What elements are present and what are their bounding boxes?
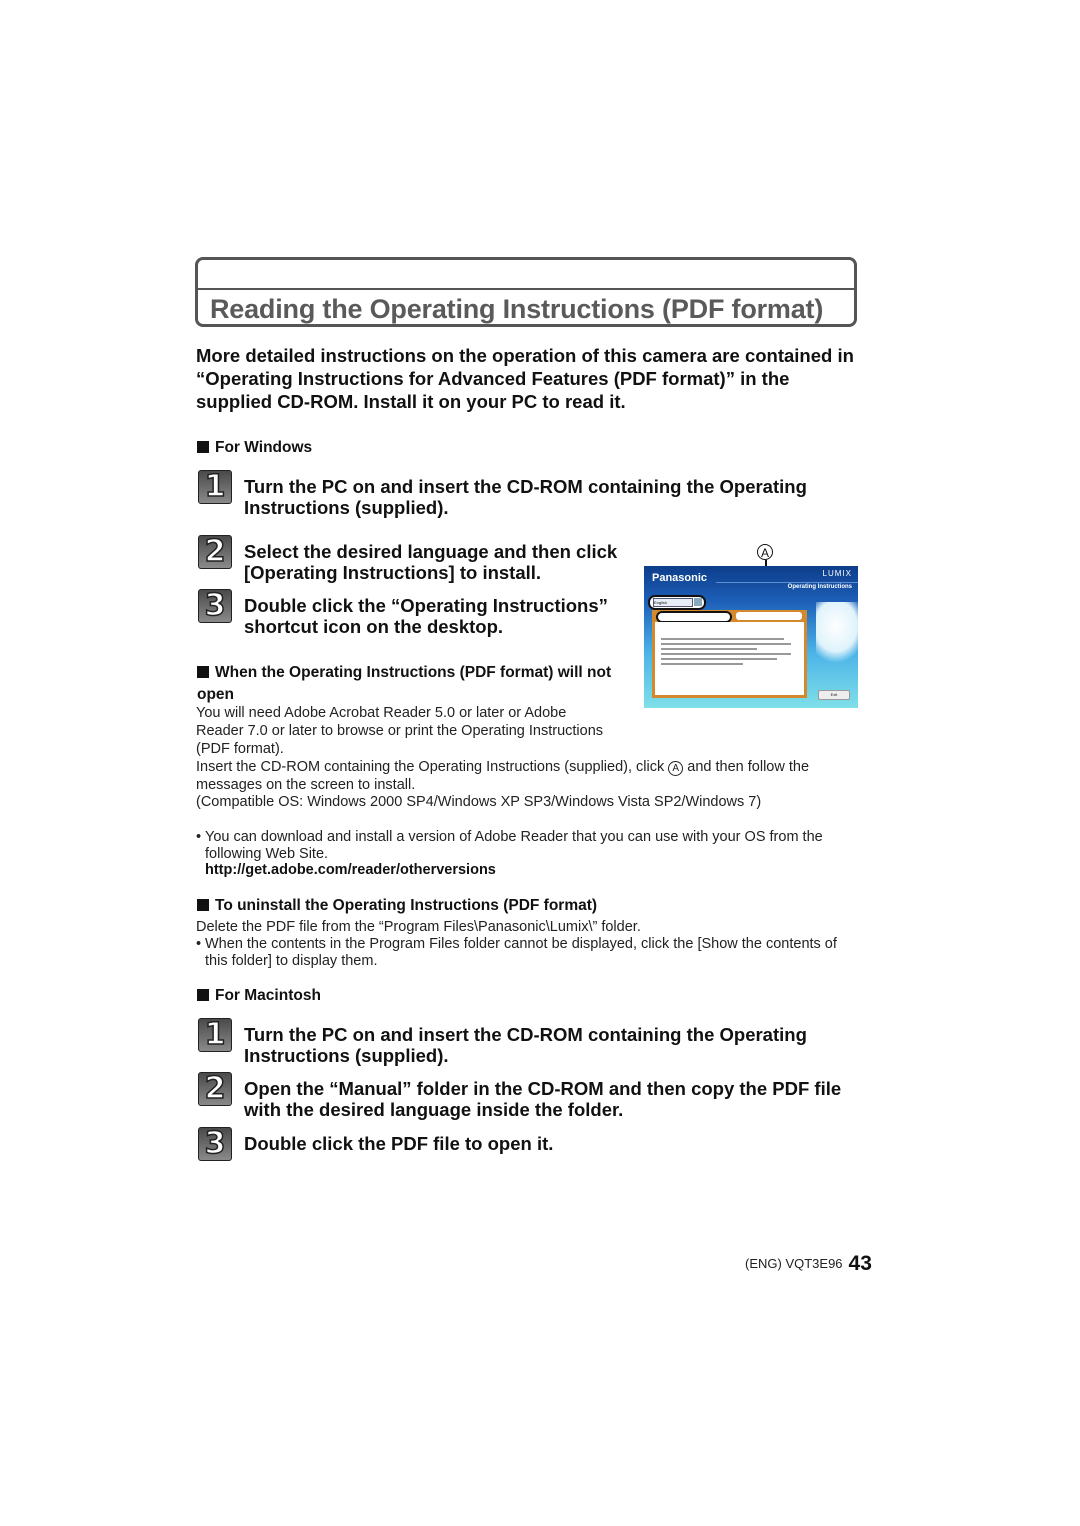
language-select[interactable]: English <box>648 595 706 610</box>
info-text-lines <box>661 638 798 668</box>
header-divider <box>716 582 858 583</box>
not-open-para-1: You will need Adobe Acrobat Reader 5.0 o… <box>196 705 604 757</box>
installer-header: Operating Instructions <box>787 584 852 590</box>
installer-screenshot: Panasonic LUMIX Operating Instructions E… <box>644 566 858 708</box>
mac-step-2: Open the “Manual” folder in the CD-ROM a… <box>244 1078 842 1120</box>
installer-info-area <box>655 622 804 695</box>
page-footer: (ENG) VQT3E96 43 <box>745 1252 872 1276</box>
book-illustration <box>816 602 858 662</box>
exit-button[interactable]: Exit <box>818 690 850 700</box>
windows-heading: For Windows <box>197 439 312 457</box>
step-2-icon: 2 <box>198 535 232 569</box>
uninstall-heading-label: To uninstall the Operating Instructions … <box>215 897 598 914</box>
bullet-text: You can download and install a version o… <box>205 829 823 862</box>
bullet-dot: • <box>196 829 202 845</box>
brand-logo: Panasonic <box>652 572 708 584</box>
bullet-dot: • <box>196 936 202 952</box>
step-2-icon: 2 <box>198 1072 232 1106</box>
step-number: 2 <box>204 534 226 569</box>
circle-a-icon: A <box>668 761 684 776</box>
square-bullet-icon <box>197 666 209 678</box>
uninstall-text: Delete the PDF file from the “Program Fi… <box>196 919 641 935</box>
adobe-download-note: • You can download and install a version… <box>196 829 861 863</box>
para-text: Insert the CD-ROM containing the Operati… <box>196 759 669 775</box>
step-number: 1 <box>204 1017 226 1052</box>
windows-step-1: Turn the PC on and insert the CD-ROM con… <box>244 476 807 518</box>
mac-step-1: Turn the PC on and insert the CD-ROM con… <box>244 1024 807 1066</box>
installer-panel <box>652 610 807 698</box>
compatible-os: (Compatible OS: Windows 2000 SP4/Windows… <box>196 794 762 810</box>
step-number: 3 <box>204 588 226 623</box>
mac-heading-label: For Macintosh <box>215 987 321 1004</box>
square-bullet-icon <box>197 441 209 453</box>
windows-step-3: Double click the “Operating Instructions… <box>244 595 608 637</box>
mac-step-3: Double click the PDF file to open it. <box>244 1133 554 1154</box>
step-1-icon: 1 <box>198 1018 232 1052</box>
uninstall-heading: To uninstall the Operating Instructions … <box>197 897 597 915</box>
not-open-heading: When the Operating Instructions (PDF for… <box>197 662 627 706</box>
windows-heading-label: For Windows <box>215 439 313 456</box>
uninstall-note: • When the contents in the Program Files… <box>196 936 861 970</box>
adobe-link[interactable]: http://get.adobe.com/reader/otherversion… <box>205 862 496 878</box>
step-1-icon: 1 <box>198 470 232 504</box>
title-divider <box>198 288 854 290</box>
step-number: 2 <box>204 1071 226 1106</box>
bullet-text: When the contents in the Program Files f… <box>205 936 837 969</box>
product-logo: LUMIX <box>822 569 852 578</box>
step-number: 3 <box>204 1126 226 1161</box>
not-open-para-2: Insert the CD-ROM containing the Operati… <box>196 758 866 794</box>
chevron-down-icon <box>694 598 702 606</box>
not-open-heading-label: When the Operating Instructions (PDF for… <box>197 664 612 703</box>
callout-a-marker: A <box>757 544 773 560</box>
page-number: 43 <box>848 1252 872 1275</box>
windows-step-2: Select the desired language and then cli… <box>244 541 618 583</box>
page-title: Reading the Operating Instructions (PDF … <box>210 294 824 324</box>
step-3-icon: 3 <box>198 589 232 623</box>
model-code: (ENG) VQT3E96 <box>745 1256 843 1271</box>
square-bullet-icon <box>197 899 209 911</box>
intro-paragraph: More detailed instructions on the operat… <box>196 345 854 412</box>
square-bullet-icon <box>197 989 209 1001</box>
title-box: Reading the Operating Instructions (PDF … <box>195 257 857 327</box>
language-select-value: English <box>653 598 693 607</box>
step-number: 1 <box>204 469 226 504</box>
mac-heading: For Macintosh <box>197 987 321 1005</box>
step-3-icon: 3 <box>198 1127 232 1161</box>
tab-adobe-reader[interactable] <box>736 612 802 620</box>
